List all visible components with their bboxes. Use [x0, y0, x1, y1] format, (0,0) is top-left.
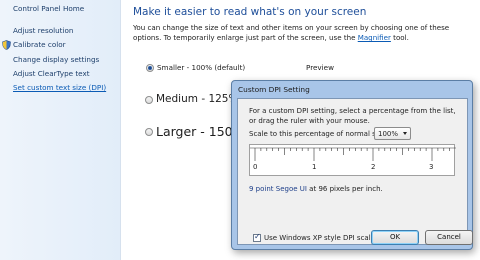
- change-display-settings-link[interactable]: Change display settings: [13, 55, 99, 64]
- xp-dpi-scaling-checkbox[interactable]: ✓: [253, 232, 261, 242]
- adjust-cleartype-text-link[interactable]: Adjust ClearType text: [13, 69, 90, 78]
- check-icon: ✓: [254, 232, 261, 241]
- set-custom-text-size-link[interactable]: Set custom text size (DPI): [13, 83, 106, 92]
- scale-percentage-select[interactable]: 100%: [374, 127, 411, 140]
- option-smaller-label[interactable]: Smaller - 100% (default): [157, 63, 245, 72]
- page-title: Make it easier to read what's on your sc…: [133, 6, 367, 18]
- ruler-number: 1: [312, 163, 317, 171]
- ruler-number: 0: [253, 163, 258, 171]
- radio-larger[interactable]: [145, 128, 153, 136]
- radio-medium[interactable]: [145, 96, 153, 104]
- chevron-down-icon: [403, 132, 407, 135]
- font-info-size: 9 point Segoe UI: [249, 185, 307, 193]
- cancel-button[interactable]: Cancel: [425, 230, 473, 245]
- ruler-number: 2: [371, 163, 376, 171]
- custom-dpi-dialog: Custom DPI Setting For a custom DPI sett…: [231, 80, 473, 250]
- option-medium-label[interactable]: Medium - 125%: [156, 93, 238, 105]
- xp-dpi-scaling-label[interactable]: Use Windows XP style DPI scaling: [264, 234, 381, 242]
- scale-label: Scale to this percentage of normal size:: [249, 130, 389, 138]
- ruler-number: 3: [429, 163, 434, 171]
- radio-smaller[interactable]: [146, 64, 154, 72]
- magnifier-link[interactable]: Magnifier: [358, 33, 391, 42]
- task-pane: Control Panel Home Adjust resolution Cal…: [0, 0, 121, 260]
- calibrate-color-link[interactable]: Calibrate color: [13, 40, 66, 49]
- dpi-ruler[interactable]: 0 1 2 3: [249, 144, 456, 176]
- adjust-resolution-link[interactable]: Adjust resolution: [13, 26, 73, 35]
- dialog-body: For a custom DPI setting, select a perce…: [237, 98, 473, 245]
- dialog-title[interactable]: Custom DPI Setting: [238, 85, 310, 94]
- ok-button[interactable]: OK: [371, 230, 419, 245]
- font-info: 9 point Segoe UI at 96 pixels per inch.: [249, 185, 383, 193]
- preview-label: Preview: [306, 63, 334, 72]
- description-text-end: tool.: [390, 33, 409, 42]
- dialog-description: For a custom DPI setting, select a perce…: [249, 107, 456, 125]
- font-info-rest: at 96 pixels per inch.: [306, 185, 383, 193]
- shield-icon: [2, 40, 11, 50]
- control-panel-home-link[interactable]: Control Panel Home: [13, 4, 84, 13]
- scale-value: 100%: [378, 130, 399, 138]
- ruler-ticks: [250, 147, 456, 161]
- page-description: You can change the size of text and othe…: [133, 23, 477, 43]
